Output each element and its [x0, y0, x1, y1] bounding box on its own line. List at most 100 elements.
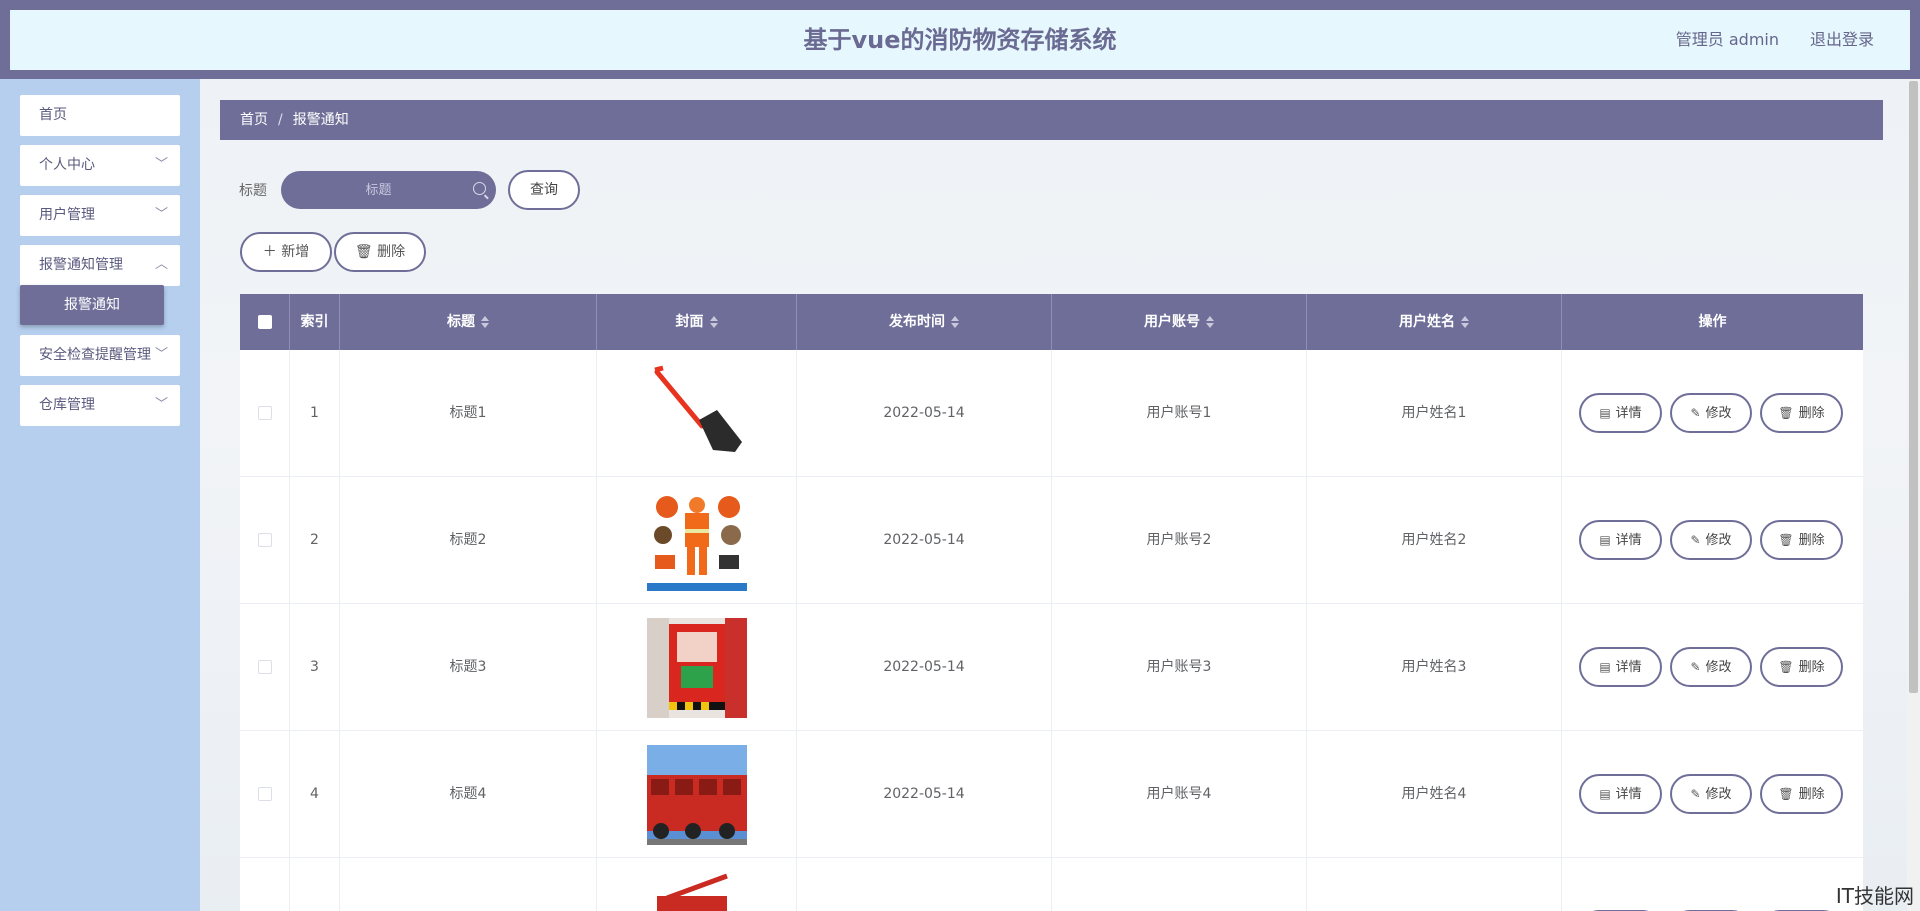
cell-cover	[597, 350, 797, 477]
detail-button[interactable]: ▤ 详情	[1579, 393, 1662, 433]
search-box	[281, 171, 496, 209]
select-all-checkbox[interactable]	[257, 315, 272, 329]
delete-button[interactable]: 🗑 删除	[1760, 393, 1843, 433]
detail-button[interactable]: ▤ 详情	[1579, 520, 1662, 560]
row-select-cell[interactable]	[240, 350, 290, 477]
row-checkbox[interactable]	[257, 406, 272, 420]
chevron-down-icon: ﹀	[154, 397, 168, 412]
pencil-icon: ✎	[1690, 787, 1701, 801]
sort-icon[interactable]	[1461, 315, 1469, 329]
cell-index: 1	[290, 350, 340, 477]
sidebar-item-label: 用户管理	[39, 207, 95, 223]
sidebar-item-label: 首页	[39, 107, 67, 123]
sidebar-item-alarm[interactable]: 报警通知管理 ︿	[20, 245, 180, 286]
sidebar-item-users[interactable]: 用户管理 ﹀	[20, 195, 180, 236]
sidebar-subitem-alarm-notice[interactable]: 报警通知	[20, 285, 164, 325]
chevron-down-icon: ﹀	[154, 157, 168, 172]
fire-suit-image	[646, 490, 747, 591]
logout-link[interactable]: 退出登录	[1810, 10, 1874, 70]
sort-icon[interactable]	[951, 315, 959, 329]
cell-title: 标题4	[340, 731, 597, 858]
document-icon: ▤	[1599, 533, 1611, 547]
sidebar-item-profile[interactable]: 个人中心 ﹀	[20, 145, 180, 186]
sidebar-item-warehouse[interactable]: 仓库管理 ﹀	[20, 385, 180, 426]
cell-cover	[597, 731, 797, 858]
cell-date: 2022-05-14	[797, 604, 1052, 731]
add-button[interactable]: ＋ 新增	[240, 232, 332, 272]
sidebar-item-label: 安全检查提醒管理	[39, 347, 151, 363]
breadcrumb-current: 报警通知	[292, 112, 349, 128]
pencil-icon: ✎	[1690, 660, 1701, 674]
cell-date: 2022-05-14	[797, 477, 1052, 604]
app-title: 基于vue的消防物资存储系统	[803, 26, 1117, 54]
delete-button[interactable]: 🗑 删除	[1760, 647, 1843, 687]
pencil-icon: ✎	[1690, 406, 1701, 420]
trash-icon: 🗑	[1778, 533, 1794, 547]
search-input[interactable]	[281, 171, 496, 209]
batch-delete-button[interactable]: 🗑 删除	[334, 232, 426, 272]
cell-title: 标题2	[340, 477, 597, 604]
shovel-image	[646, 363, 747, 464]
row-checkbox[interactable]	[257, 533, 272, 547]
header-bar: 基于vue的消防物资存储系统 管理员 admin 退出登录	[10, 10, 1910, 70]
row-select-cell[interactable]	[240, 604, 290, 731]
query-button[interactable]: 查询	[508, 170, 580, 210]
chevron-up-icon: ︿	[154, 257, 168, 272]
sort-icon[interactable]	[1206, 315, 1214, 329]
scrollbar-thumb[interactable]	[1909, 81, 1918, 693]
document-icon: ▤	[1599, 787, 1611, 801]
trash-icon: 🗑	[354, 244, 373, 260]
page-scrollbar[interactable]	[1907, 79, 1920, 911]
search-label: 标题	[239, 183, 267, 199]
cell-account: 用户账号1	[1052, 350, 1307, 477]
edit-button[interactable]: ✎ 修改	[1670, 520, 1752, 560]
delete-button[interactable]: 🗑 删除	[1760, 774, 1843, 814]
chevron-down-icon: ﹀	[154, 347, 168, 362]
sidebar-item-label: 报警通知管理	[39, 257, 123, 273]
breadcrumb: 首页 / 报警通知	[220, 100, 1883, 140]
cell-name: 用户姓名4	[1307, 731, 1562, 858]
row-select-cell[interactable]	[240, 477, 290, 604]
fire-cabinet-image	[646, 617, 747, 718]
chevron-down-icon: ﹀	[154, 207, 168, 222]
search-icon	[473, 182, 486, 195]
breadcrumb-home[interactable]: 首页	[240, 112, 268, 128]
sidebar-item-label: 仓库管理	[39, 397, 95, 413]
table-row: 3 标题3 2022-05-14 用户账号3 用户姓名3 ▤ 详情 ✎ 修改 🗑 删除	[240, 604, 1863, 731]
cell-index: 4	[290, 731, 340, 858]
document-icon: ▤	[1599, 406, 1611, 420]
cell-actions: ▤ 详情 ✎ 修改 🗑 删除	[1562, 350, 1863, 477]
edit-button[interactable]: ✎ 修改	[1670, 774, 1752, 814]
cell-name: 用户姓名1	[1307, 350, 1562, 477]
trash-icon: 🗑	[1778, 406, 1794, 420]
add-button-label: 新增	[281, 244, 310, 260]
select-all-cell[interactable]	[240, 294, 290, 350]
cell-index: 2	[290, 477, 340, 604]
edit-button[interactable]: ✎ 修改	[1670, 393, 1752, 433]
sort-icon[interactable]	[481, 315, 489, 329]
column-header-title[interactable]: 标题	[340, 294, 597, 350]
plus-icon: ＋	[262, 244, 277, 260]
column-header-account[interactable]: 用户账号	[1052, 294, 1307, 350]
sidebar-item-safety-check[interactable]: 安全检查提醒管理 ﹀	[20, 335, 180, 376]
sidebar-item-home[interactable]: 首页	[20, 95, 180, 136]
column-header-date[interactable]: 发布时间	[797, 294, 1052, 350]
pencil-icon: ✎	[1690, 533, 1701, 547]
current-user: 管理员 admin	[1675, 30, 1779, 49]
sort-icon[interactable]	[709, 315, 718, 329]
detail-button[interactable]: ▤ 详情	[1579, 647, 1662, 687]
cell-cover	[597, 604, 797, 731]
edit-button[interactable]: ✎ 修改	[1670, 647, 1752, 687]
detail-button[interactable]: ▤ 详情	[1579, 774, 1662, 814]
row-checkbox[interactable]	[257, 660, 272, 674]
row-select-cell[interactable]	[240, 731, 290, 858]
cell-date: 2022-05-14	[797, 350, 1052, 477]
cell-cover	[597, 477, 797, 604]
row-checkbox[interactable]	[257, 787, 272, 801]
column-header-cover[interactable]: 封面	[597, 294, 797, 350]
column-header-name[interactable]: 用户姓名	[1307, 294, 1562, 350]
table-header: 索引 标题 封面 发布时间 用户账号 用户姓名 操作	[240, 294, 1863, 350]
delete-button[interactable]: 🗑 删除	[1760, 520, 1843, 560]
cell-account: 用户账号3	[1052, 604, 1307, 731]
cell-index: 3	[290, 604, 340, 731]
